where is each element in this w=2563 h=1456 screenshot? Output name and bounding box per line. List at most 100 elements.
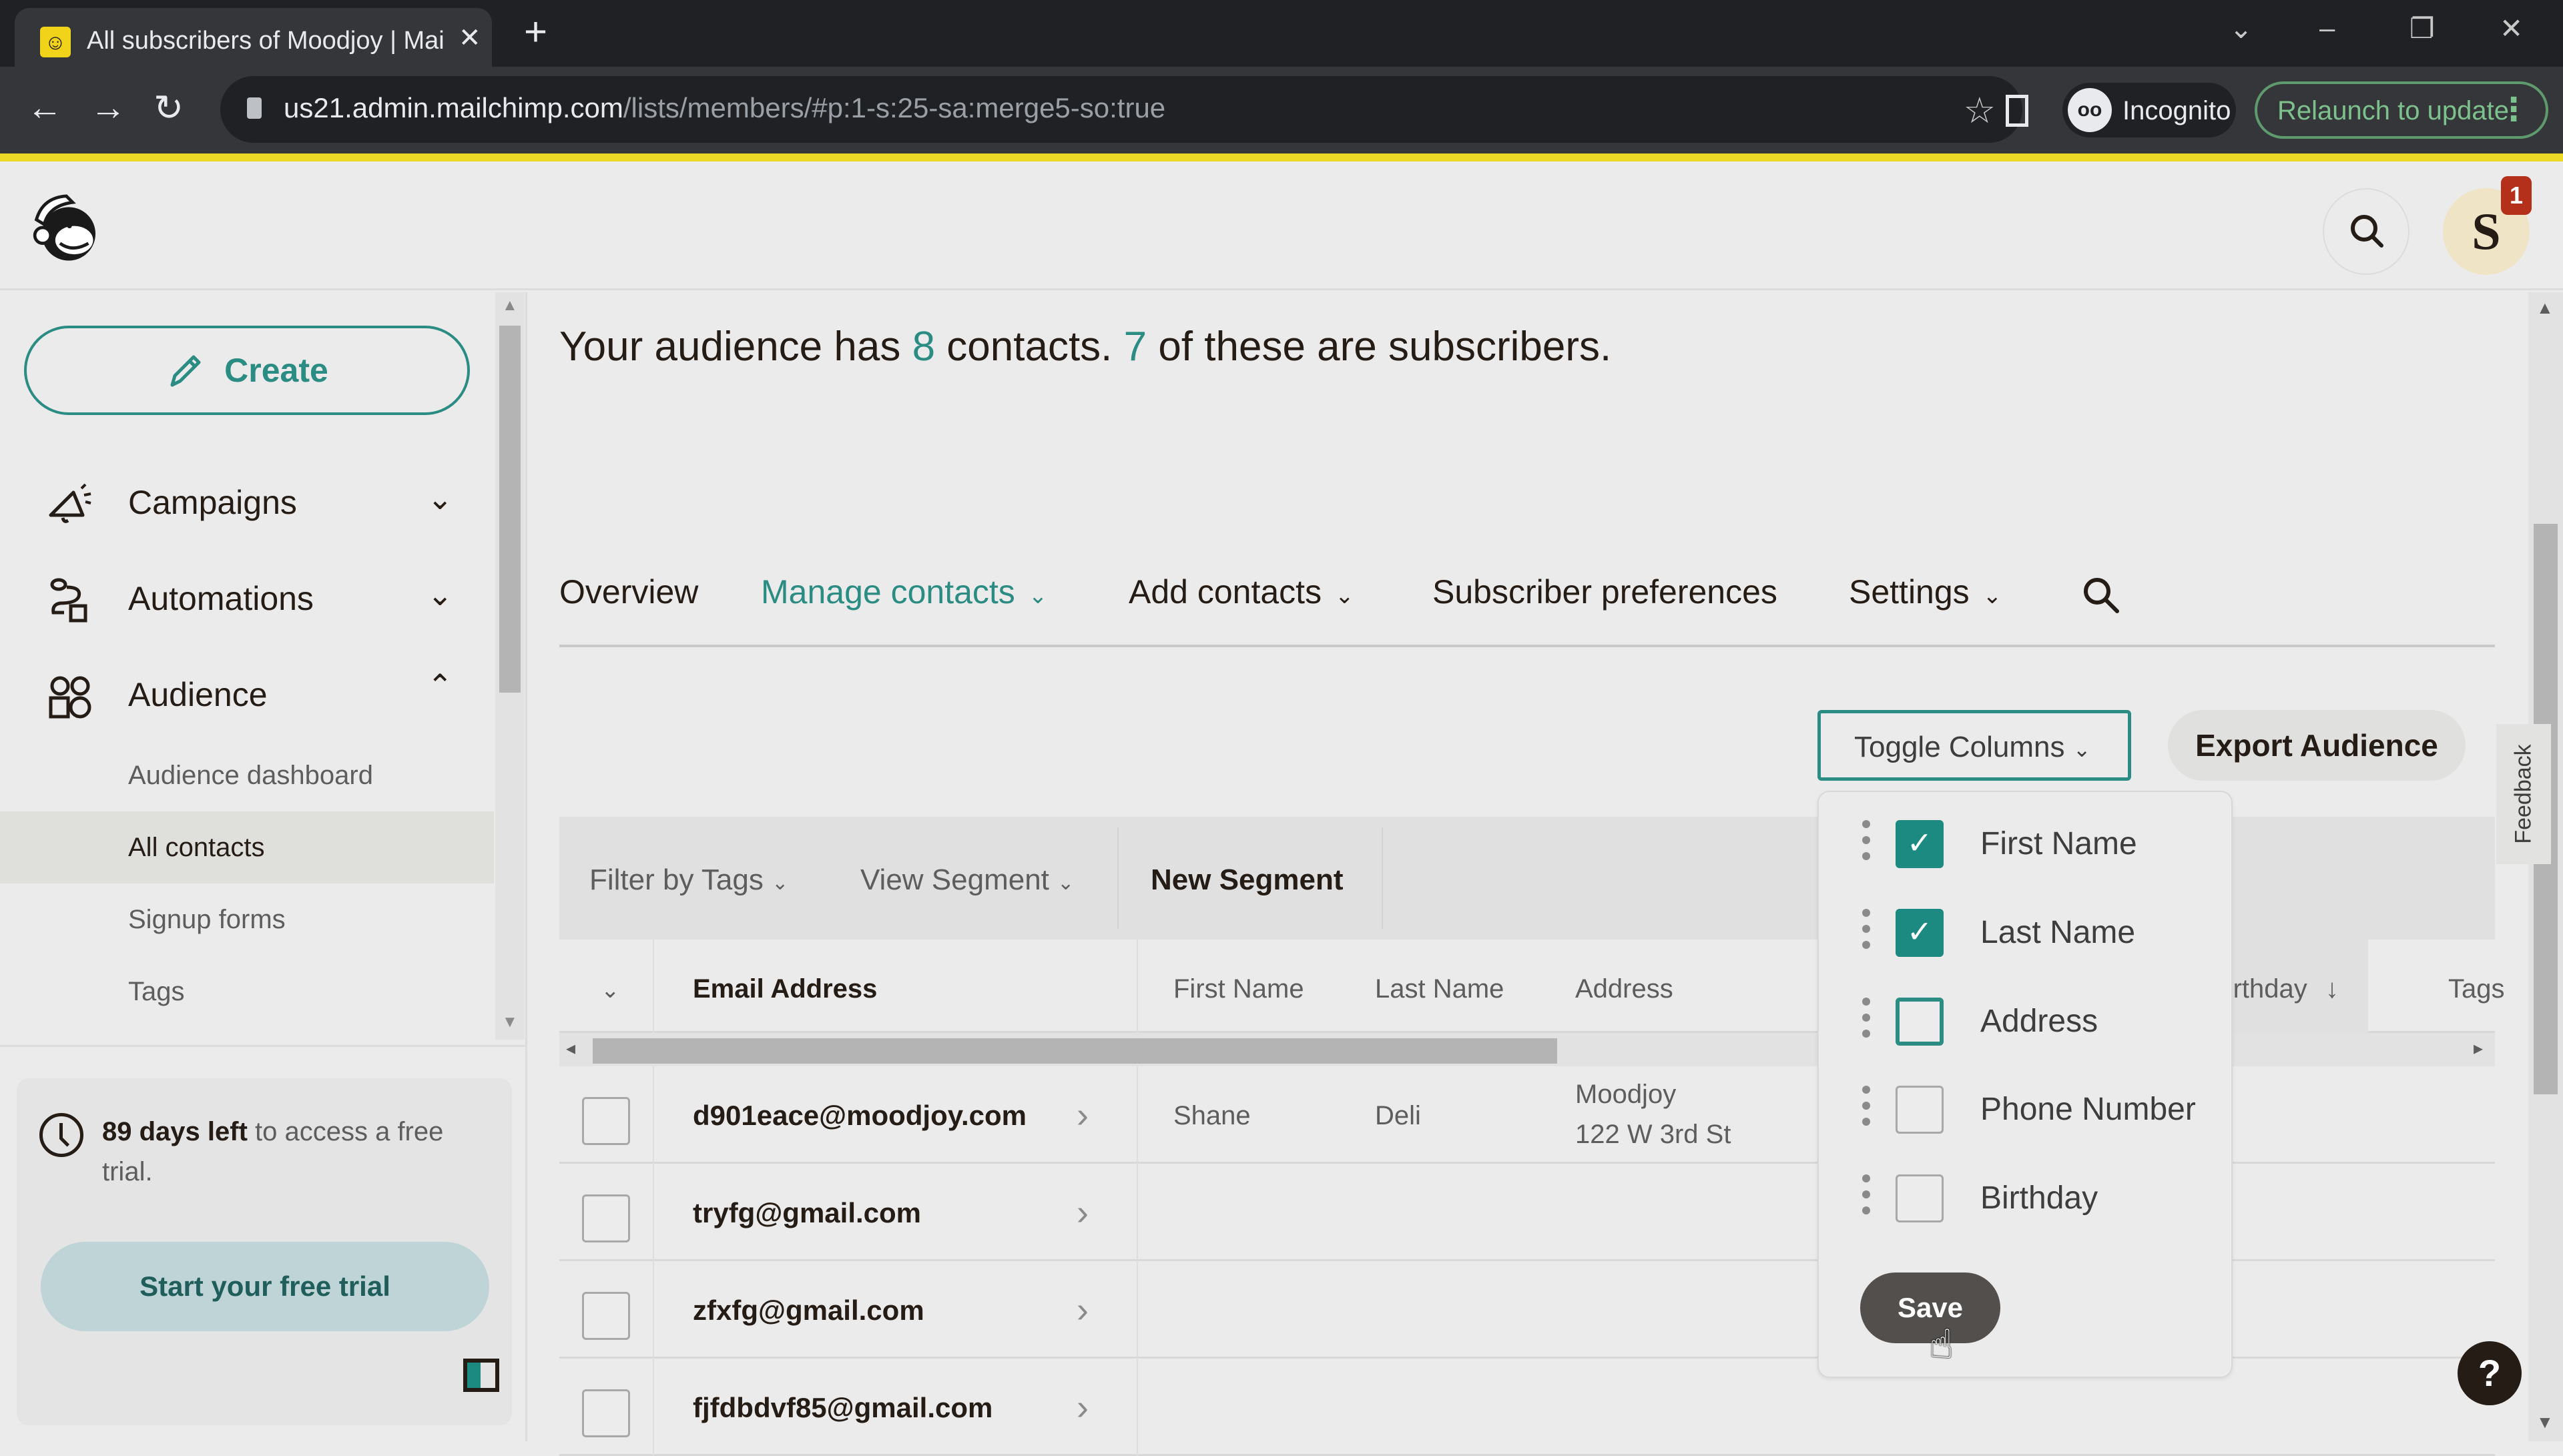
sidebar-item-automations[interactable]: Automations ⌄ [0, 557, 494, 637]
global-search-button[interactable] [2323, 188, 2409, 275]
contact-search-icon[interactable] [2081, 575, 2121, 615]
filter-divider [1117, 827, 1119, 929]
drag-handle-icon[interactable] [1862, 820, 1872, 867]
column-divider [653, 1359, 654, 1456]
scroll-down-arrow-icon[interactable]: ▼ [502, 1013, 518, 1032]
column-divider [653, 940, 654, 1033]
column-header-email[interactable]: Email Address [693, 974, 877, 1004]
feedback-tab[interactable]: Feedback [2496, 724, 2551, 864]
scroll-up-arrow-icon[interactable]: ▲ [502, 296, 518, 315]
chevron-down-icon: ⌄ [427, 577, 453, 612]
sidebar-subitem-label: Signup forms [128, 905, 286, 934]
column-header-address[interactable]: Address [1575, 974, 1673, 1004]
toggle-columns-button[interactable]: Toggle Columns ⌄ [1817, 710, 2131, 781]
row-checkbox[interactable] [582, 1097, 630, 1145]
scroll-up-arrow-icon[interactable]: ▲ [2536, 298, 2554, 318]
column-toggle-label: Last Name [1980, 915, 2136, 950]
more-vert-icon[interactable]: ⋮ [2498, 91, 2530, 128]
address-bar[interactable]: us21.admin.mailchimp.com/lists/members/#… [220, 76, 2022, 143]
back-arrow-icon[interactable]: ← [27, 87, 63, 128]
minimize-icon[interactable]: – [2319, 12, 2335, 44]
tab-label: Subscriber preferences [1432, 573, 1777, 611]
column-checkbox[interactable] [1896, 820, 1944, 868]
chevron-down-icon: ⌄ [1057, 872, 1075, 894]
contact-email-link[interactable]: fjfdbdvf85@gmail.com [693, 1392, 992, 1424]
forward-arrow-icon[interactable]: → [90, 87, 126, 128]
new-tab-icon[interactable]: + [524, 12, 547, 52]
view-segment-dropdown[interactable]: View Segment ⌄ [860, 863, 1074, 897]
tab-add-contacts[interactable]: Add contacts ⌄ [1129, 573, 1354, 611]
contact-email-link[interactable]: zfxfg@gmail.com [693, 1295, 924, 1327]
brand-accent-bar [0, 153, 2563, 161]
collapse-sidebar-icon[interactable] [463, 1359, 499, 1392]
horizontal-scrollbar-thumb[interactable] [593, 1038, 1557, 1064]
incognito-indicator[interactable]: oo Incognito [2062, 83, 2236, 137]
tab-manage-contacts[interactable]: Manage contacts ⌄ [761, 573, 1047, 611]
chevron-down-icon: ⌄ [1028, 583, 1048, 609]
chevron-right-icon[interactable]: › [1077, 1192, 1089, 1233]
tab-subscriber-preferences[interactable]: Subscriber preferences [1432, 573, 1777, 611]
sidebar-subitem-signup-forms[interactable]: Signup forms [0, 883, 494, 956]
export-audience-button[interactable]: Export Audience [2168, 710, 2466, 781]
chevron-right-icon[interactable]: › [1077, 1289, 1089, 1331]
row-checkbox[interactable] [582, 1194, 630, 1242]
contact-email-link[interactable]: tryfg@gmail.com [693, 1197, 921, 1229]
sidebar-subitem-tags[interactable]: Tags [0, 956, 494, 1028]
drag-handle-icon[interactable] [1862, 998, 1872, 1044]
new-segment-button[interactable]: New Segment [1151, 863, 1344, 897]
browser-tab[interactable]: ☺ All subscribers of Moodjoy | Mai ✕ [15, 8, 492, 67]
tab-overview[interactable]: Overview [559, 573, 698, 611]
column-divider [1137, 940, 1138, 1033]
close-tab-icon[interactable]: ✕ [459, 23, 481, 53]
help-button[interactable]: ? [2458, 1341, 2522, 1405]
sidebar-subitem-audience-dashboard[interactable]: Audience dashboard [0, 739, 494, 811]
column-header-last-name[interactable]: Last Name [1375, 974, 1504, 1004]
relaunch-to-update-button[interactable]: Relaunch to update ⋮ [2255, 81, 2548, 139]
reload-icon[interactable]: ↻ [154, 87, 184, 129]
column-checkbox[interactable] [1896, 1086, 1944, 1134]
restore-icon[interactable]: ❐ [2409, 12, 2435, 45]
bookmark-star-icon[interactable]: ☆ [1964, 89, 1996, 131]
column-toggle-last-name[interactable]: Last Name [1819, 894, 2233, 968]
column-toggle-first-name[interactable]: First Name [1819, 805, 2233, 879]
sidebar-scrollbar-thumb[interactable] [499, 326, 521, 693]
chevron-right-icon[interactable]: › [1077, 1387, 1089, 1428]
relaunch-label: Relaunch to update [2277, 96, 2509, 125]
sidebar-item-campaigns[interactable]: Campaigns ⌄ [0, 460, 494, 540]
drag-handle-icon[interactable] [1862, 1086, 1872, 1132]
scroll-right-arrow-icon[interactable]: ▸ [2474, 1037, 2483, 1059]
audience-tabs: Overview Manage contacts ⌄ Add contacts ⌄ … [559, 573, 2495, 647]
filter-by-tags-dropdown[interactable]: Filter by Tags ⌄ [589, 863, 788, 897]
column-checkbox[interactable] [1896, 1174, 1944, 1222]
column-checkbox[interactable] [1896, 909, 1944, 957]
contact-email-link[interactable]: d901eace@moodjoy.com [693, 1100, 1027, 1132]
row-checkbox[interactable] [582, 1389, 630, 1437]
column-checkbox[interactable] [1896, 998, 1944, 1046]
create-button[interactable]: Create [24, 326, 470, 415]
scroll-left-arrow-icon[interactable]: ◂ [566, 1037, 575, 1059]
tab-label: Manage contacts [761, 573, 1015, 611]
start-free-trial-button[interactable]: Start your free trial [41, 1242, 489, 1331]
scroll-down-arrow-icon[interactable]: ▼ [2536, 1412, 2554, 1433]
column-toggle-phone-number[interactable]: Phone Number [1819, 1071, 2233, 1144]
sidebar-subitem-all-contacts[interactable]: All contacts [0, 811, 494, 883]
sidebar: Create Campaigns ⌄ Automations ⌄ Audienc… [0, 292, 527, 1441]
close-window-icon[interactable]: ✕ [2500, 12, 2523, 45]
column-header-first-name[interactable]: First Name [1173, 974, 1304, 1004]
select-all-chevron-icon[interactable]: ⌄ [601, 977, 620, 1004]
column-toggle-birthday[interactable]: Birthday [1819, 1160, 2233, 1233]
column-toggle-address[interactable]: Address [1819, 983, 2233, 1056]
drag-handle-icon[interactable] [1862, 909, 1872, 956]
tab-search-chevron-icon[interactable]: ⌄ [2229, 12, 2253, 45]
cell-address-line2: 122 W 3rd St [1575, 1120, 1731, 1149]
column-header-tags[interactable]: Tags [2448, 974, 2505, 1004]
tab-settings[interactable]: Settings ⌄ [1849, 573, 2002, 611]
row-checkbox[interactable] [582, 1292, 630, 1340]
mailchimp-logo-icon[interactable] [25, 188, 104, 267]
drag-handle-icon[interactable] [1862, 1174, 1872, 1221]
sidebar-item-audience[interactable]: Audience ⌃ [0, 653, 494, 733]
search-icon [2351, 215, 2383, 248]
side-panel-icon[interactable] [2006, 95, 2028, 127]
sidebar-item-label: Audience [128, 676, 268, 713]
chevron-right-icon[interactable]: › [1077, 1094, 1089, 1136]
